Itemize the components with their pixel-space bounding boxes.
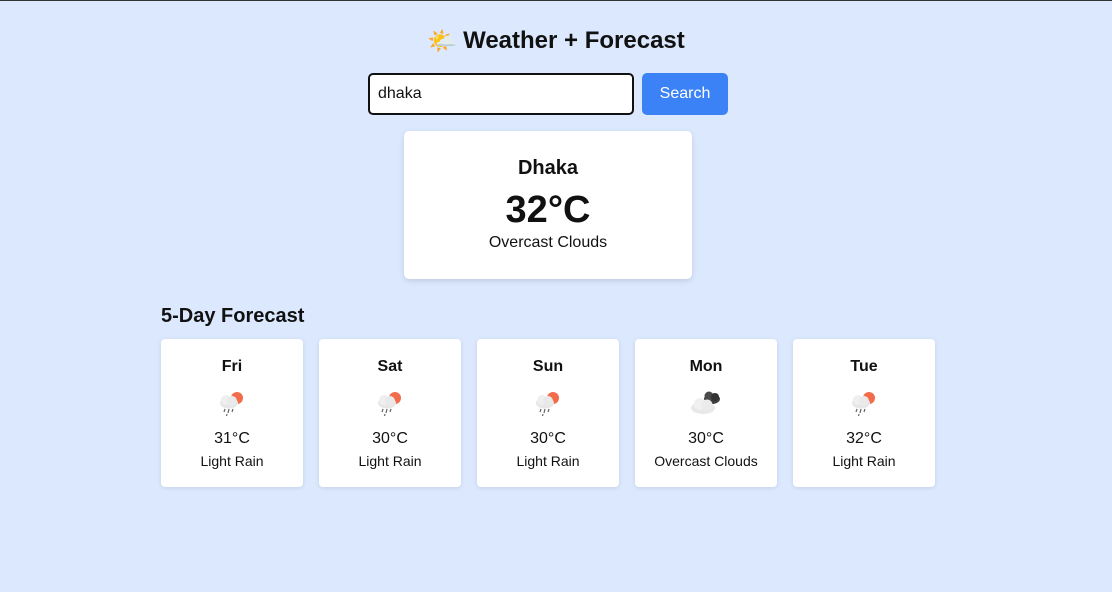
search-input[interactable] [368, 73, 634, 115]
page-title-text: Weather + Forecast [463, 27, 685, 54]
forecast-temperature: 30°C [688, 430, 724, 447]
forecast-day: Sat [377, 358, 403, 375]
forecast-description: Light Rain [516, 453, 580, 469]
forecast-card: Tue 32°C Light Rain [793, 339, 935, 487]
search-button[interactable]: Search [642, 73, 728, 115]
forecast-day: Sun [532, 358, 564, 375]
top-border [0, 0, 1112, 1]
weather-app: 🌤️Weather + Forecast Search Dhaka 32°C O… [0, 0, 1112, 592]
forecast-description: Light Rain [200, 453, 264, 469]
forecast-day: Fri [221, 358, 243, 375]
current-weather-card: Dhaka 32°C Overcast Clouds [404, 131, 692, 279]
city-name: Dhaka [517, 157, 579, 179]
forecast-description: Light Rain [832, 453, 896, 469]
light-rain-icon [536, 392, 559, 417]
forecast-card: Sun 30°C Light Rain [477, 339, 619, 487]
light-rain-icon [378, 392, 401, 417]
forecast-card: Fri 31°C Light Rain [161, 339, 303, 487]
overcast-clouds-icon [691, 391, 720, 414]
light-rain-icon [852, 392, 875, 417]
forecast-card: Mon 30°C Overcast Clouds [635, 339, 777, 487]
sun-behind-cloud-icon: 🌤️ [427, 27, 458, 55]
forecast-temperature: 32°C [846, 430, 882, 447]
forecast-description: Light Rain [358, 453, 422, 469]
forecast-day: Tue [850, 358, 878, 375]
forecast-temperature: 30°C [372, 430, 408, 447]
forecast-card: Sat 30°C Light Rain [319, 339, 461, 487]
current-temperature: 32°C [505, 189, 591, 231]
page-title: 🌤️ Weather + Forecast [0, 24, 1112, 59]
forecast-temperature: 30°C [530, 430, 566, 447]
current-description: Overcast Clouds [488, 234, 608, 251]
forecast-heading: 5-Day Forecast [161, 305, 305, 327]
forecast-description: Overcast Clouds [654, 453, 758, 469]
forecast-temperature: 31°C [214, 430, 250, 447]
light-rain-icon [220, 392, 243, 417]
forecast-day: Mon [689, 358, 723, 375]
